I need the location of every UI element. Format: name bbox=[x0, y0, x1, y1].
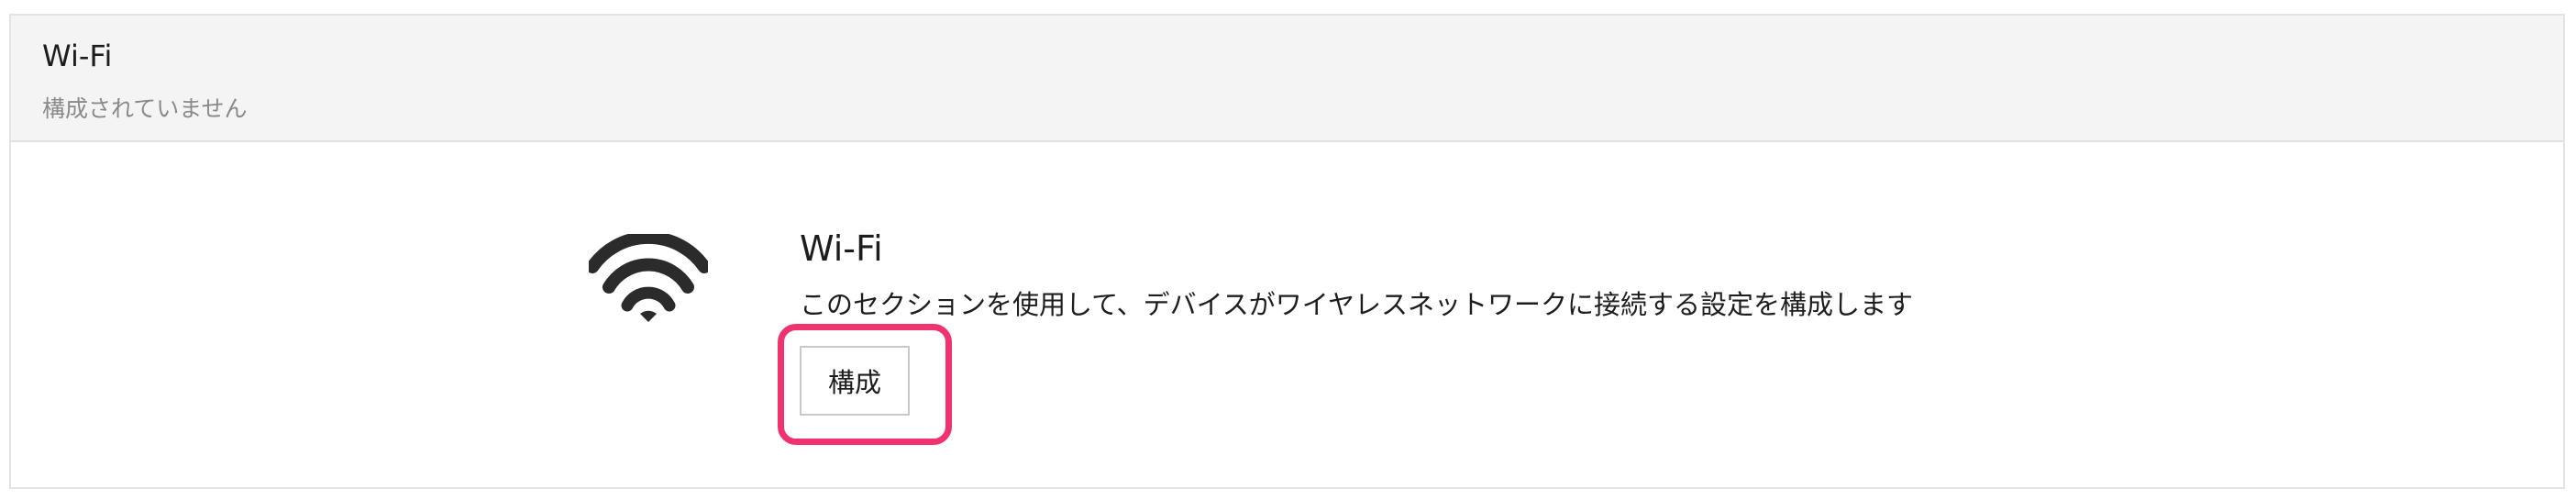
section-description: このセクションを使用して、デバイスがワイヤレスネットワークに接続する設定を構成し… bbox=[800, 289, 1913, 320]
status-text: 構成されていません bbox=[42, 95, 248, 122]
section-title: Wi-Fi bbox=[800, 228, 883, 269]
wifi-icon bbox=[589, 234, 708, 322]
wifi-settings-panel: Wi-Fi 構成されていません Wi-Fi このセクションを使用して、デバイスが… bbox=[9, 14, 2565, 489]
panel-title: Wi-Fi bbox=[42, 39, 113, 73]
configure-button[interactable]: 構成 bbox=[800, 346, 910, 416]
panel-body: Wi-Fi このセクションを使用して、デバイスがワイヤレスネットワークに接続する… bbox=[11, 142, 2563, 487]
panel-header: Wi-Fi 構成されていません bbox=[11, 16, 2563, 142]
